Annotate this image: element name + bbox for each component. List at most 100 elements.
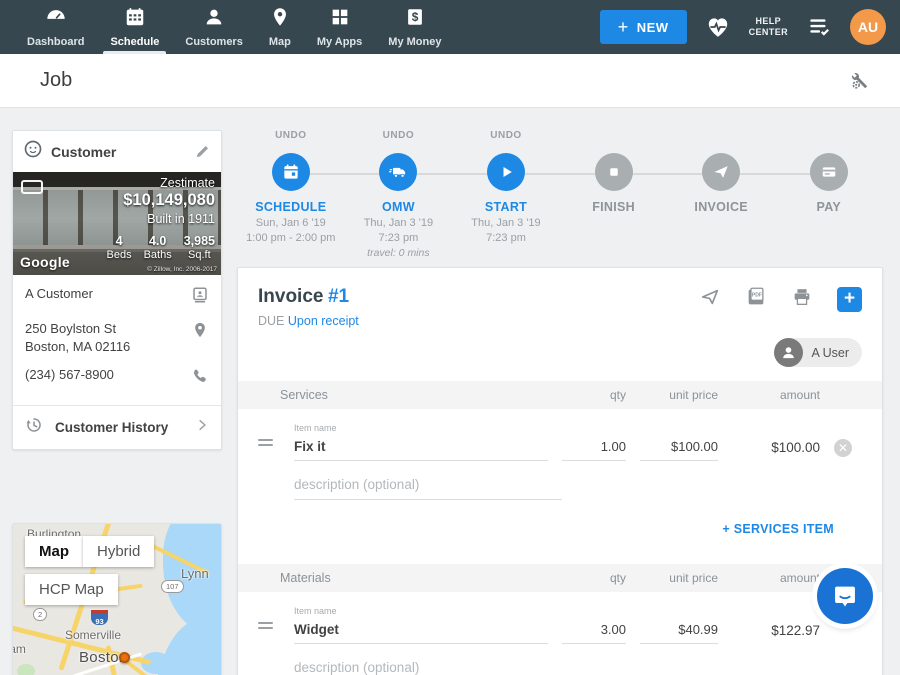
nav-tab-customers[interactable]: Customers <box>172 0 255 54</box>
help-center-button[interactable]: HELP CENTER <box>749 16 788 39</box>
step-travel: travel: 0 mins <box>367 247 429 259</box>
step-label: OMW <box>382 200 415 214</box>
address-line2: Boston, MA 02116 <box>25 339 130 354</box>
service-unit-price-input[interactable] <box>640 437 718 461</box>
page-content: Customer Zestimate $10,149,080 Built in … <box>0 108 900 675</box>
nav-label: Customers <box>185 36 242 48</box>
activity-checklist-icon[interactable] <box>806 14 832 40</box>
nav-tab-dashboard[interactable]: Dashboard <box>14 0 97 54</box>
map-type-button-hybrid[interactable]: Hybrid <box>83 536 154 567</box>
step-date: Thu, Jan 3 '19 <box>471 217 540 229</box>
nav-tab-map[interactable]: Map <box>256 0 304 54</box>
step-pay: PAY <box>775 130 883 259</box>
health-heart-pulse-icon[interactable] <box>705 14 731 40</box>
assigned-user-chip[interactable]: A User <box>774 338 862 367</box>
service-description-input[interactable] <box>294 475 562 500</box>
new-button[interactable]: + NEW <box>600 10 687 44</box>
material-amount: $122.97 <box>732 623 820 644</box>
step-omw-button[interactable] <box>379 153 417 191</box>
delete-item-button[interactable]: ✕ <box>834 439 852 457</box>
step-pay-button[interactable] <box>810 153 848 191</box>
due-terms-link[interactable]: Upon receipt <box>288 314 359 328</box>
step-label: INVOICE <box>694 200 748 214</box>
chat-support-button[interactable] <box>817 568 873 624</box>
nav-tab-my-money[interactable]: $ My Money <box>375 0 454 54</box>
assigned-user-name: A User <box>811 346 849 360</box>
beds-label: Beds <box>107 249 132 261</box>
invoice-number[interactable]: #1 <box>328 286 349 307</box>
material-qty-input[interactable] <box>562 620 626 644</box>
customer-face-icon <box>23 139 43 164</box>
invoice-card: Invoice #1 DUE Upon receipt PDF + A User… <box>237 267 883 675</box>
map-label-somerville: Somerville <box>65 628 121 642</box>
drag-handle-icon[interactable] <box>258 619 273 632</box>
service-item-name-input[interactable] <box>294 437 548 461</box>
col-amount: amount <box>732 571 820 585</box>
route-107-badge: 107 <box>161 580 184 593</box>
baths-label: Baths <box>144 249 172 261</box>
material-description-input[interactable] <box>294 658 562 675</box>
section-name: Services <box>258 388 548 402</box>
edit-pencil-icon[interactable] <box>194 143 211 160</box>
pdf-icon[interactable]: PDF <box>745 286 767 313</box>
step-schedule-button[interactable] <box>272 153 310 191</box>
step-invoice-button[interactable] <box>702 153 740 191</box>
streetview-frame-icon[interactable] <box>21 180 43 194</box>
property-photo: Zestimate $10,149,080 Built in 1911 4Bed… <box>13 172 221 275</box>
property-stats: 4Beds 4.0Baths 3,985Sq.ft <box>107 234 216 261</box>
map-type-button-map[interactable]: Map <box>25 536 83 567</box>
undo-omw-link[interactable]: UNDO <box>383 130 414 146</box>
add-services-item-link[interactable]: + SERVICES ITEM <box>722 522 834 536</box>
map-type-button-hcp[interactable]: HCP Map <box>25 574 118 605</box>
step-label: SCHEDULE <box>255 200 326 214</box>
svg-text:$: $ <box>412 10 419 24</box>
drag-handle-icon[interactable] <box>258 436 273 449</box>
location-pin-icon <box>191 320 209 344</box>
step-finish: FINISH <box>560 130 668 259</box>
job-settings-wrench-gear-icon[interactable] <box>848 69 872 93</box>
undo-start-link[interactable]: UNDO <box>490 130 521 146</box>
col-unit-price: unit price <box>640 571 718 585</box>
dashboard-gauge-icon <box>45 6 67 33</box>
step-time: 7:23 pm <box>379 232 419 244</box>
step-date: Thu, Jan 3 '19 <box>364 217 433 229</box>
service-qty-input[interactable] <box>562 437 626 461</box>
stop-icon <box>604 162 624 182</box>
services-section-header: Services qty unit price amount <box>238 381 882 409</box>
customer-card-title: Customer <box>51 144 186 160</box>
map-label-lynn: Lynn <box>181 566 209 581</box>
sqft-label: Sq.ft <box>184 249 215 261</box>
nav-tab-schedule[interactable]: Schedule <box>97 0 172 54</box>
material-item-name-input[interactable] <box>294 620 548 644</box>
help-center-line1: HELP <box>749 16 788 27</box>
chevron-right-icon <box>195 418 209 437</box>
send-invoice-icon[interactable] <box>699 286 721 313</box>
add-invoice-item-button[interactable]: + <box>837 287 862 312</box>
nav-tab-my-apps[interactable]: My Apps <box>304 0 375 54</box>
col-unit-price: unit price <box>640 388 718 402</box>
undo-schedule-link[interactable]: UNDO <box>275 130 306 146</box>
plus-icon: + <box>618 18 629 36</box>
job-location-marker[interactable] <box>119 652 130 663</box>
credit-card-icon <box>819 162 839 182</box>
print-icon[interactable] <box>791 286 813 313</box>
material-unit-price-input[interactable] <box>640 620 718 644</box>
history-clock-icon <box>25 416 43 439</box>
step-finish-button[interactable] <box>595 153 633 191</box>
material-line-item: Item name $122.97 ✕ <box>258 606 862 644</box>
step-start-button[interactable] <box>487 153 525 191</box>
step-date: Sun, Jan 6 '19 <box>256 217 326 229</box>
item-name-label: Item name <box>294 423 548 433</box>
invoice-title: Invoice <box>258 286 323 307</box>
map-pin-icon <box>269 6 291 33</box>
customer-history-row[interactable]: Customer History <box>13 405 221 449</box>
user-avatar[interactable]: AU <box>850 9 886 45</box>
play-icon <box>496 162 516 182</box>
baths-value: 4.0 <box>144 234 172 248</box>
beds-value: 4 <box>107 234 132 248</box>
page-header: Job <box>0 54 900 108</box>
map-card: 2 93 107 Burlington Lynn Somerville Walt… <box>12 523 222 675</box>
new-button-label: NEW <box>637 20 669 35</box>
step-label: FINISH <box>592 200 635 214</box>
step-schedule: UNDO SCHEDULE Sun, Jan 6 '19 1:00 pm - 2… <box>237 130 345 259</box>
